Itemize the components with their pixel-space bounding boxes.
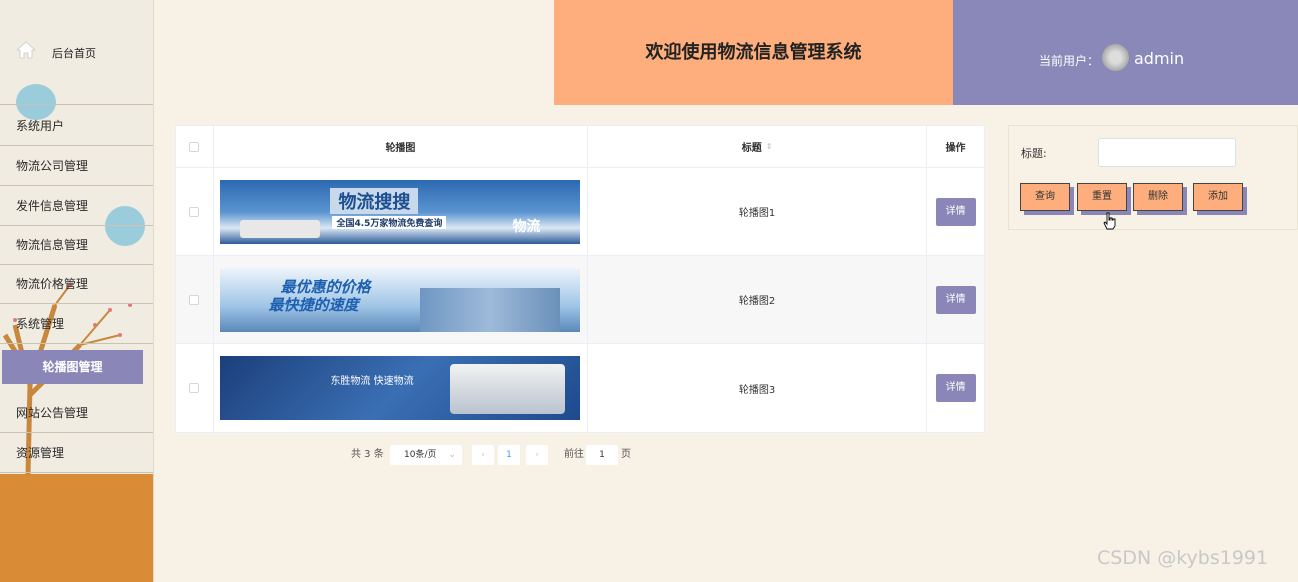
city-skyline-illustration [420, 287, 561, 332]
banner-heading: 物流搜搜 [330, 187, 419, 214]
hand-cursor-icon [1103, 212, 1116, 230]
prev-page-button[interactable]: ‹ [472, 445, 494, 465]
row-checkbox[interactable] [189, 383, 200, 393]
truck-illustration [450, 364, 566, 414]
add-button[interactable]: 添加 [1193, 183, 1243, 211]
home-label: 后台首页 [52, 47, 96, 60]
sidebar-item-system-management[interactable]: 系统管理 [0, 304, 153, 344]
sidebar-item-logistics-company[interactable]: 物流公司管理 [0, 146, 153, 186]
goto-label: 前往 [564, 449, 584, 460]
sidebar-home[interactable]: 后台首页 [0, 0, 153, 105]
goto-page-input[interactable]: 1 [586, 445, 618, 465]
chevron-down-icon: ⌄ [448, 450, 456, 460]
page-size-select[interactable]: 10条/页 ⌄ [390, 445, 462, 465]
table-row: 物流搜搜 全国4.5万家物流免费查询 物流 轮播图1 详情 [176, 168, 984, 256]
next-page-button[interactable]: › [526, 445, 548, 465]
current-user-label: 当前用户： [1039, 54, 1100, 68]
banner-tag: 物流 [512, 218, 541, 235]
sidebar-item-logistics-info[interactable]: 物流信息管理 [0, 225, 153, 265]
sidebar-item-system-users[interactable]: 系统用户 [0, 106, 153, 146]
banner-subtext: 全国4.5万家物流免费查询 [332, 215, 447, 229]
reset-button[interactable]: 重置 [1077, 183, 1127, 211]
banner-heading: 东胜物流 快速物流 [330, 376, 414, 387]
detail-button[interactable]: 详情 [935, 197, 976, 226]
column-header-image: 轮播图 [385, 143, 416, 154]
sidebar: 后台首页 系统用户 物流公司管理 发件信息管理 物流信息管理 物流价格管理 系统… [0, 0, 154, 582]
home-icon [16, 41, 36, 59]
table-row: 最优惠的价格 最快捷的速度 轮播图2 详情 [176, 256, 984, 344]
row-title: 轮播图2 [738, 296, 776, 307]
sidebar-item-logistics-price[interactable]: 物流价格管理 [0, 264, 153, 304]
carousel-table: 轮播图 标题 ⇕ 操作 物流搜搜 全国4.5万家物流免费查询 物流 轮播图1 详情… [175, 125, 985, 433]
pagination-total: 共 3 条 [351, 449, 384, 460]
row-checkbox[interactable] [189, 206, 200, 217]
header-spacer [154, 0, 554, 105]
sidebar-item-resources[interactable]: 资源管理 [0, 433, 153, 473]
page-suffix: 页 [621, 449, 631, 460]
page-title: 欢迎使用物流信息管理系统 [554, 0, 953, 105]
row-title: 轮播图1 [738, 208, 776, 219]
sidebar-ground-decoration [0, 474, 153, 582]
select-all-checkbox[interactable] [189, 141, 200, 152]
row-title: 轮播图3 [738, 384, 776, 396]
title-filter-label: 标题: [1021, 147, 1047, 160]
banner-subtext: 最快捷的速度 [268, 295, 359, 314]
user-panel: 当前用户： admin [953, 0, 1298, 105]
query-button[interactable]: 查询 [1020, 183, 1070, 211]
carousel-image: 东胜物流 快速物流 [220, 356, 581, 420]
delete-button[interactable]: 删除 [1133, 183, 1183, 211]
page-number-current[interactable]: 1 [498, 445, 520, 465]
detail-button[interactable]: 详情 [935, 374, 976, 402]
sidebar-item-carousel[interactable]: 轮播图管理 [2, 350, 143, 384]
username: admin [1134, 49, 1185, 68]
avatar[interactable] [1102, 44, 1129, 71]
column-header-title[interactable]: 标题 [742, 139, 762, 154]
search-panel: 标题: 查询 重置 删除 添加 [1008, 125, 1298, 230]
column-header-action: 操作 [945, 143, 966, 154]
sidebar-item-announcements[interactable]: 网站公告管理 [0, 393, 153, 433]
watermark: CSDN @kybs1991 [1097, 547, 1269, 569]
table-row: 东胜物流 快速物流 轮播图3 详情 [176, 344, 984, 432]
sort-icon[interactable]: ⇕ [766, 142, 773, 151]
detail-button[interactable]: 详情 [935, 285, 976, 314]
row-checkbox[interactable] [189, 294, 200, 305]
title-filter-input[interactable] [1098, 138, 1236, 167]
carousel-image: 最优惠的价格 最快捷的速度 [220, 267, 581, 332]
table-header-row: 轮播图 标题 ⇕ 操作 [176, 126, 984, 168]
van-illustration [240, 219, 321, 238]
carousel-image: 物流搜搜 全国4.5万家物流免费查询 物流 [220, 179, 581, 244]
page-size-value: 10条/页 [404, 450, 437, 460]
sidebar-item-shipment-info[interactable]: 发件信息管理 [0, 186, 153, 226]
